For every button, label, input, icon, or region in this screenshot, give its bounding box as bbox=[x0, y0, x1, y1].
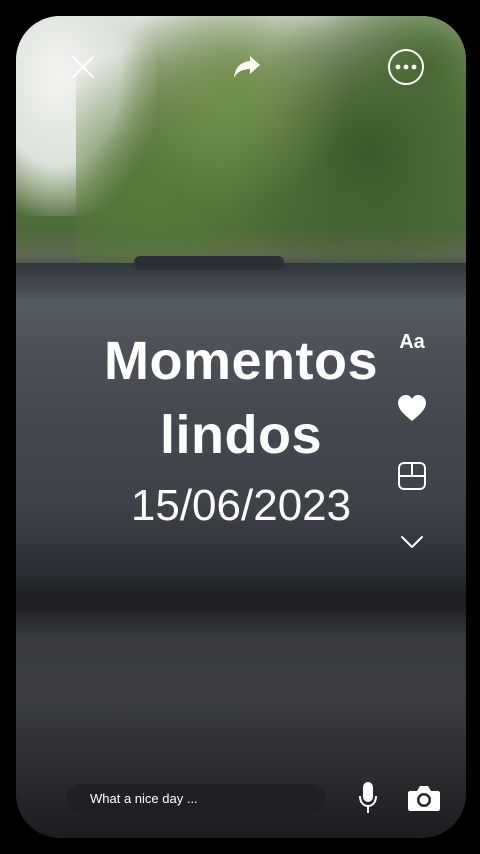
microphone-graphic bbox=[359, 782, 377, 813]
heart-graphic bbox=[398, 395, 426, 421]
layout-grid-graphic bbox=[398, 462, 426, 490]
title-line-1: Momentos bbox=[104, 331, 378, 391]
chevron-down-graphic bbox=[401, 536, 423, 548]
text-style-icon[interactable]: Aa bbox=[392, 322, 432, 362]
chevron-down-icon[interactable] bbox=[392, 522, 432, 562]
story-frame: Momentos lindos 15/06/2023 Aa What a nic… bbox=[16, 16, 466, 838]
close-icon[interactable] bbox=[68, 52, 98, 82]
more-dots-graphic bbox=[395, 64, 417, 70]
camera-graphic bbox=[408, 786, 440, 811]
story-title: Momentos lindos bbox=[76, 324, 406, 472]
background-wiper bbox=[134, 256, 284, 270]
heart-icon[interactable] bbox=[392, 388, 432, 428]
close-icon-graphic bbox=[72, 56, 94, 78]
layout-grid-icon[interactable] bbox=[392, 456, 432, 496]
story-date: 15/06/2023 bbox=[130, 481, 352, 530]
share-arrow-graphic bbox=[234, 56, 260, 78]
title-line-2: lindos bbox=[160, 405, 322, 465]
camera-icon[interactable] bbox=[406, 782, 442, 814]
background-shadow bbox=[16, 576, 466, 636]
share-arrow-icon[interactable] bbox=[230, 52, 264, 82]
caption-input[interactable]: What a nice day ... bbox=[66, 784, 326, 814]
more-options-icon[interactable] bbox=[388, 49, 424, 85]
microphone-icon[interactable] bbox=[354, 780, 382, 816]
